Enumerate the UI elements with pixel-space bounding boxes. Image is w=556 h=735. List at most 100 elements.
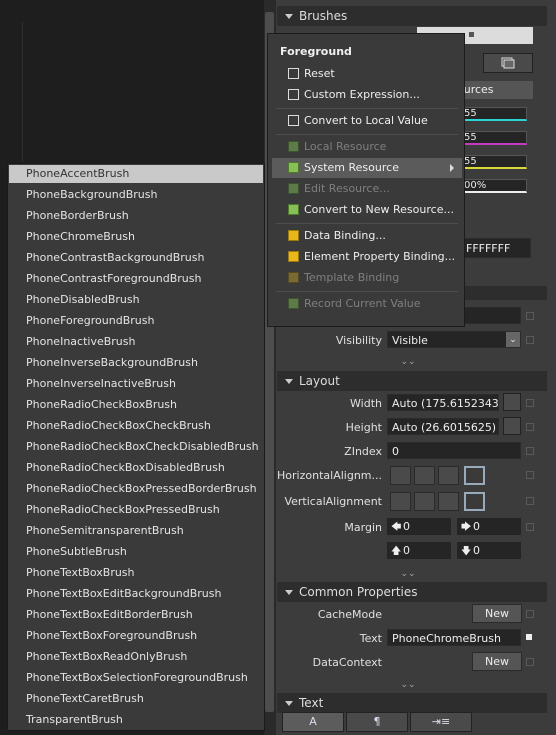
- auto-size-icon[interactable]: [503, 417, 521, 435]
- zindex-field[interactable]: 0: [387, 442, 521, 459]
- vertical-alignment-label: VerticalAlignment: [284, 495, 382, 508]
- advanced-marker[interactable]: [526, 423, 534, 431]
- advanced-marker[interactable]: [526, 399, 534, 407]
- blue-value: 55: [464, 132, 477, 143]
- brush-item[interactable]: PhoneTextBoxForegroundBrush: [9, 627, 263, 645]
- visibility-select[interactable]: Visible ⌄: [387, 331, 521, 348]
- menu-item-system-resource[interactable]: System Resource: [272, 158, 462, 178]
- visibility-value: Visible: [392, 334, 428, 347]
- brushes-section-header[interactable]: Brushes: [277, 6, 547, 26]
- cachemode-new-button[interactable]: New: [472, 604, 522, 623]
- chevron-down-icon: ⌄: [506, 332, 520, 347]
- menu-item-reset[interactable]: Reset: [272, 64, 462, 84]
- common-properties-section-header[interactable]: Common Properties: [277, 582, 547, 602]
- font-tab-icon[interactable]: A: [282, 712, 344, 732]
- expand-chevron-icon[interactable]: ⌄⌄: [277, 678, 539, 692]
- height-value: Auto (26.6015625): [392, 421, 497, 434]
- indent-tab-icon[interactable]: ⇥≡: [410, 712, 472, 732]
- arrow-left-icon: 🡄: [391, 522, 402, 533]
- blue-channel-field[interactable]: 55: [461, 131, 527, 145]
- menu-item-label: Data Binding...: [304, 229, 386, 242]
- brush-item[interactable]: PhoneChromeBrush: [9, 228, 263, 246]
- advanced-marker[interactable]: [526, 447, 534, 455]
- brush-item[interactable]: PhoneBorderBrush: [9, 207, 263, 225]
- brush-item[interactable]: PhoneTextBoxSelectionForegroundBrush: [9, 669, 263, 687]
- width-field[interactable]: Auto (175.6152343...: [387, 394, 499, 411]
- brush-item[interactable]: PhoneSemitransparentBrush: [9, 522, 263, 540]
- align-bottom-icon[interactable]: [438, 492, 459, 511]
- menu-item-data-binding[interactable]: Data Binding...: [272, 226, 462, 246]
- menu-item-label: Custom Expression...: [304, 88, 420, 101]
- menu-item-local-resource: Local Resource: [272, 137, 462, 157]
- align-left-icon[interactable]: [390, 466, 411, 485]
- menu-item-edit-resource: Edit Resource...: [272, 179, 462, 199]
- advanced-marker[interactable]: [526, 523, 534, 531]
- menu-separator: [276, 223, 458, 224]
- brush-item[interactable]: PhoneRadioCheckBoxPressedBrush: [9, 501, 263, 519]
- brush-item[interactable]: PhoneRadioCheckBoxBrush: [9, 396, 263, 414]
- auto-size-icon[interactable]: [503, 393, 521, 411]
- menu-item-element-property-binding[interactable]: Element Property Binding...: [272, 247, 462, 267]
- brush-item[interactable]: TransparentBrush: [9, 711, 263, 729]
- align-center-icon[interactable]: [414, 466, 435, 485]
- brush-item[interactable]: PhoneRadioCheckBoxPressedBorderBrush: [9, 480, 263, 498]
- brush-item[interactable]: PhoneTextBoxBrush: [9, 564, 263, 582]
- height-field[interactable]: Auto (26.6015625): [387, 418, 499, 435]
- menu-item-convert-to-new-resource[interactable]: Convert to New Resource...: [272, 200, 462, 220]
- advanced-marker[interactable]: [526, 610, 534, 618]
- menu-item-convert-to-local-value[interactable]: Convert to Local Value: [272, 111, 462, 131]
- brush-resources-button[interactable]: [483, 53, 533, 73]
- resources-tab[interactable]: ources: [457, 81, 533, 99]
- opacity-field[interactable]: 00%: [461, 179, 527, 193]
- menu-title: Foreground: [280, 45, 352, 58]
- hex-color-field[interactable]: FFFFFFF: [461, 238, 531, 258]
- margin-left-field[interactable]: 🡄 0: [387, 518, 451, 535]
- brush-item[interactable]: PhoneRadioCheckBoxCheckBrush: [9, 417, 263, 435]
- brush-item[interactable]: PhoneTextBoxReadOnlyBrush: [9, 648, 263, 666]
- brush-item[interactable]: PhoneContrastBackgroundBrush: [9, 249, 263, 267]
- layout-section-header[interactable]: Layout: [277, 371, 547, 391]
- artboard-edge: [0, 22, 23, 162]
- alpha-channel-field[interactable]: 55: [461, 155, 527, 169]
- brush-item[interactable]: PhoneSubtleBrush: [9, 543, 263, 561]
- advanced-marker[interactable]: [526, 497, 534, 505]
- expand-chevron-icon[interactable]: ⌄⌄: [277, 355, 539, 369]
- align-stretch-icon[interactable]: [464, 466, 485, 485]
- advanced-marker[interactable]: [526, 658, 534, 666]
- datacontext-label: DataContext: [312, 656, 382, 669]
- brush-item[interactable]: PhoneRadioCheckBoxCheckDisabledBrush: [9, 438, 263, 456]
- text-section-header[interactable]: Text: [277, 693, 547, 713]
- brush-item[interactable]: PhoneInverseInactiveBrush: [9, 375, 263, 393]
- text-property-field[interactable]: PhoneChromeBrush: [387, 629, 521, 646]
- align-right-icon[interactable]: [438, 466, 459, 485]
- local-value-marker[interactable]: [526, 634, 532, 640]
- margin-right-field[interactable]: 🡆 0: [457, 518, 521, 535]
- visibility-label: Visibility: [335, 334, 382, 347]
- brush-item[interactable]: PhoneInverseBackgroundBrush: [9, 354, 263, 372]
- advanced-marker[interactable]: [526, 471, 534, 479]
- brush-item[interactable]: PhoneTextBoxEditBackgroundBrush: [9, 585, 263, 603]
- menu-item-record-current-value: Record Current Value: [272, 294, 462, 314]
- expand-chevron-icon[interactable]: ⌄⌄: [277, 567, 539, 581]
- paragraph-tab-icon[interactable]: ¶: [346, 712, 408, 732]
- margin-top-field[interactable]: 🡅 0: [387, 542, 451, 559]
- datacontext-new-button[interactable]: New: [472, 652, 522, 671]
- advanced-marker[interactable]: [526, 312, 534, 320]
- brush-item[interactable]: PhoneAccentBrush: [9, 165, 263, 183]
- brush-item[interactable]: PhoneRadioCheckBoxDisabledBrush: [9, 459, 263, 477]
- brush-item[interactable]: PhoneDisabledBrush: [9, 291, 263, 309]
- advanced-marker[interactable]: [526, 336, 534, 344]
- align-top-icon[interactable]: [390, 492, 411, 511]
- brush-item[interactable]: PhoneTextCaretBrush: [9, 690, 263, 708]
- brush-item[interactable]: PhoneForegroundBrush: [9, 312, 263, 330]
- green-channel-field[interactable]: 55: [461, 107, 527, 121]
- brush-item[interactable]: PhoneBackgroundBrush: [9, 186, 263, 204]
- margin-bottom-field[interactable]: 🡇 0: [457, 542, 521, 559]
- align-vstretch-icon[interactable]: [464, 492, 485, 511]
- menu-item-custom-expression[interactable]: Custom Expression...: [272, 85, 462, 105]
- swatch-marker: [469, 32, 474, 37]
- brush-item[interactable]: PhoneTextBoxEditBorderBrush: [9, 606, 263, 624]
- brush-item[interactable]: PhoneInactiveBrush: [9, 333, 263, 351]
- brush-item[interactable]: PhoneContrastForegroundBrush: [9, 270, 263, 288]
- align-middle-icon[interactable]: [414, 492, 435, 511]
